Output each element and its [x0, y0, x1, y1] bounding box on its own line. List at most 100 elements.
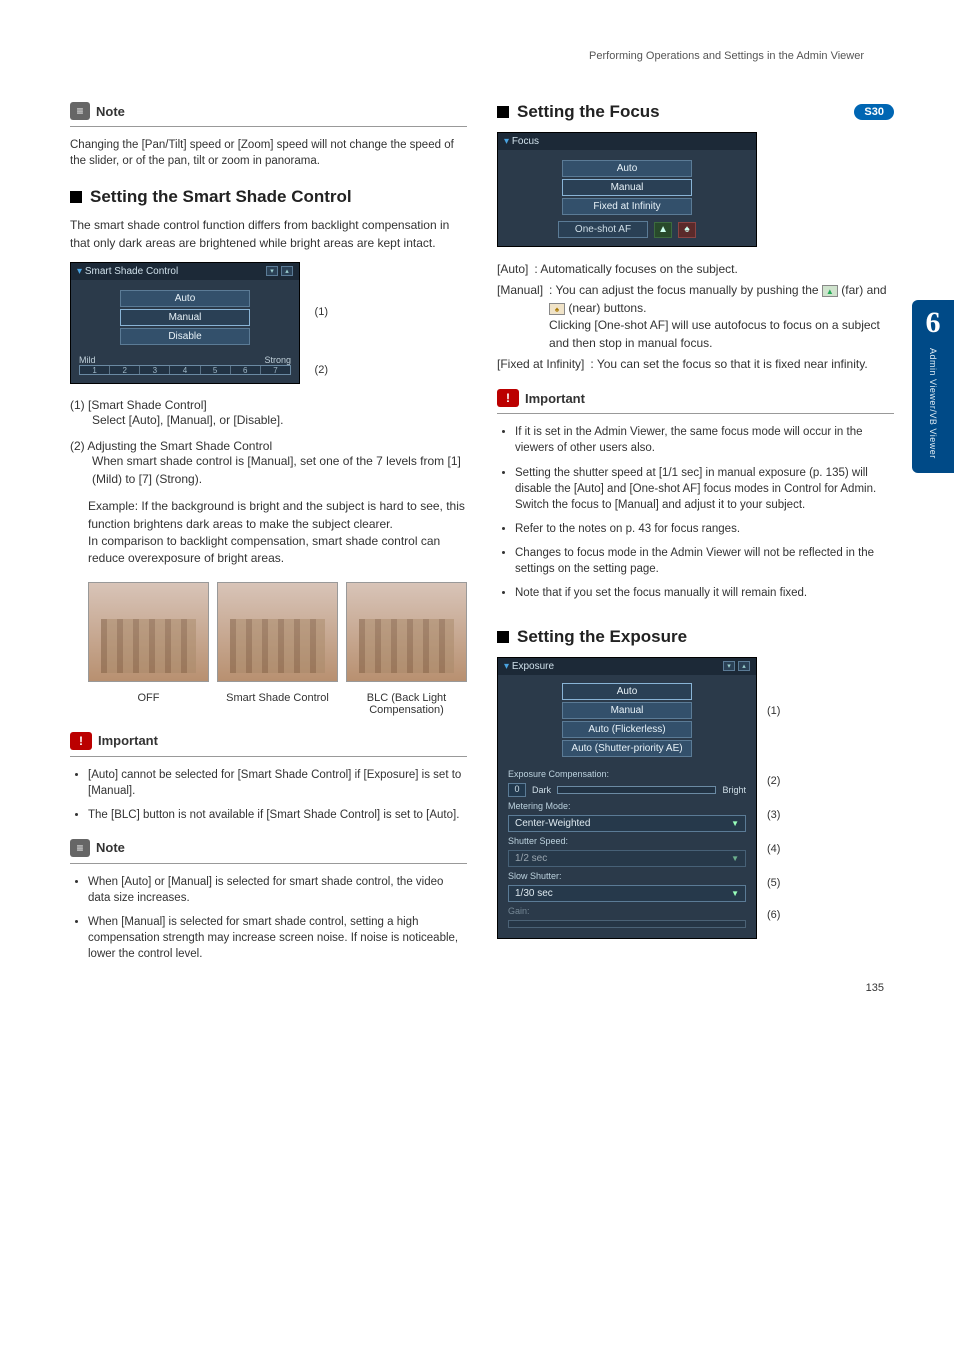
tick-2: 2 [110, 366, 140, 374]
chevron-down-icon[interactable]: ▾ [723, 661, 735, 671]
caption-off: OFF [88, 692, 209, 716]
tick-4: 4 [170, 366, 200, 374]
triangle-icon: ▾ [504, 136, 509, 147]
list-item: Setting the shutter speed at [1/1 sec] i… [515, 465, 894, 513]
item-2: (2) Adjusting the Smart Shade Control Wh… [70, 439, 467, 488]
slider-row: Mild Strong [79, 355, 291, 365]
def-term: [Auto] [497, 261, 528, 278]
far-icon[interactable]: ▲ [654, 222, 672, 238]
panel-body: Auto Manual Fixed at Infinity One-shot A… [498, 150, 756, 246]
important-label: Important [98, 733, 158, 748]
near-icon[interactable]: ♠ [678, 222, 696, 238]
shutter-dropdown[interactable]: 1/2 sec ▼ [508, 850, 746, 867]
important-heading: Important [70, 732, 467, 750]
chevron-up-icon[interactable]: ▴ [281, 266, 293, 276]
tick-1: 1 [80, 366, 110, 374]
smart-shade-panel-wrap: ▾ Smart Shade Control ▾▴ Auto Manual Dis… [70, 262, 300, 384]
photo-row [88, 582, 467, 682]
photo-blc [346, 582, 467, 682]
item1-body: Select [Auto], [Manual], or [Disable]. [92, 412, 467, 429]
panel-body: Auto Manual Auto (Flickerless) Auto (Shu… [498, 675, 756, 938]
caption-blc: BLC (Back Light Compensation) [346, 692, 467, 716]
header-path: Performing Operations and Settings in th… [70, 50, 894, 62]
photo-block: OFF Smart Shade Control BLC (Back Light … [88, 582, 467, 716]
bright-label: Bright [722, 785, 746, 795]
note-label: Note [96, 840, 125, 855]
def-body: : You can set the focus so that it is fi… [590, 356, 894, 373]
chevron-down-icon: ▼ [731, 819, 739, 828]
option-manual[interactable]: Manual [120, 309, 250, 326]
near-inline-icon: ♠ [549, 303, 565, 315]
exp-shutter-priority[interactable]: Auto (Shutter-priority AE) [562, 740, 692, 757]
metering-value: Center-Weighted [515, 818, 590, 829]
photo-captions: OFF Smart Shade Control BLC (Back Light … [88, 688, 467, 716]
item2-body: When smart shade control is [Manual], se… [92, 453, 467, 488]
exp-annot-1: (1) [767, 705, 780, 717]
exp-flickerless[interactable]: Auto (Flickerless) [562, 721, 692, 738]
def-term: [Fixed at Infinity] [497, 356, 584, 373]
exp-auto[interactable]: Auto [562, 683, 692, 700]
panel-top-buttons: ▾▴ [723, 661, 750, 671]
slider-ticks: 1 2 3 4 5 6 7 [80, 366, 290, 374]
metering-dropdown[interactable]: Center-Weighted ▼ [508, 815, 746, 832]
chevron-down-icon: ▼ [731, 854, 739, 863]
list-item: Changes to focus mode in the Admin Viewe… [515, 545, 894, 577]
exp-comp-value: 0 [508, 783, 526, 797]
list-item: When [Auto] or [Manual] is selected for … [88, 874, 467, 906]
left-column: Note Changing the [Pan/Tilt] speed or [Z… [70, 102, 467, 970]
smart-shade-intro: The smart shade control function differs… [70, 217, 467, 252]
note-label: Note [96, 104, 125, 119]
chapter-tab: 6 Admin Viewer/VB Viewer [912, 300, 954, 473]
section-title-smart-shade: Setting the Smart Shade Control [70, 187, 467, 207]
exp-manual[interactable]: Manual [562, 702, 692, 719]
gain-slider[interactable] [508, 920, 746, 928]
panel-title: Exposure [512, 661, 554, 672]
item-1: (1) [Smart Shade Control] Select [Auto],… [70, 398, 467, 429]
example-text: Example: If the background is bright and… [88, 498, 467, 568]
bullet-square-icon [497, 631, 509, 643]
chevron-down-icon: ▼ [731, 889, 739, 898]
panel-title: Smart Shade Control [85, 266, 178, 277]
triangle-icon: ▾ [77, 266, 82, 277]
panel-titlebar: ▾ Focus [498, 133, 756, 150]
caption-ssc: Smart Shade Control [217, 692, 338, 716]
focus-manual[interactable]: Manual [562, 179, 692, 196]
manual-text-1: : You can adjust the focus manually by p… [549, 283, 822, 297]
slow-shutter-label: Slow Shutter: [508, 871, 746, 881]
content-columns: Note Changing the [Pan/Tilt] speed or [Z… [70, 102, 894, 970]
item2-label: (2) Adjusting the Smart Shade Control [70, 439, 467, 453]
exposure-panel: ▾ Exposure ▾▴ Auto Manual Auto (Flickerl… [497, 657, 757, 939]
bullet-square-icon [497, 106, 509, 118]
panel-top-buttons: ▾▴ [266, 266, 293, 276]
section-title-text: Setting the Focus [517, 102, 660, 122]
bullet-square-icon [70, 191, 82, 203]
section-title-exposure: Setting the Exposure [497, 627, 894, 647]
focus-definitions: [Auto] : Automatically focuses on the su… [497, 261, 894, 373]
divider [70, 126, 467, 127]
shutter-value: 1/2 sec [515, 853, 547, 864]
smart-shade-panel: ▾ Smart Shade Control ▾▴ Auto Manual Dis… [70, 262, 300, 384]
one-shot-af-button[interactable]: One-shot AF [558, 221, 648, 238]
option-auto[interactable]: Auto [120, 290, 250, 307]
section-title-focus: Setting the Focus S30 [497, 102, 894, 122]
near-label: (near) buttons. [568, 301, 646, 315]
note-icon [70, 839, 90, 857]
important-list: [Auto] cannot be selected for [Smart Sha… [70, 767, 467, 823]
chevron-down-icon[interactable]: ▾ [266, 266, 278, 276]
focus-auto[interactable]: Auto [562, 160, 692, 177]
item1-label: (1) [Smart Shade Control] [70, 398, 467, 412]
def-auto: [Auto] : Automatically focuses on the su… [497, 261, 894, 278]
option-disable[interactable]: Disable [120, 328, 250, 345]
panel-titlebar: ▾ Smart Shade Control ▾▴ [71, 263, 299, 280]
model-badge: S30 [854, 104, 894, 120]
level-slider[interactable]: 1 2 3 4 5 6 7 [79, 365, 291, 375]
list-item: Note that if you set the focus manually … [515, 585, 894, 601]
dark-label: Dark [532, 785, 551, 795]
exp-comp-slider[interactable] [557, 786, 716, 794]
important-heading-r: Important [497, 389, 894, 407]
focus-infinity[interactable]: Fixed at Infinity [562, 198, 692, 215]
slow-shutter-dropdown[interactable]: 1/30 sec▼ [508, 885, 746, 902]
exp-annot-5: (5) [767, 877, 780, 889]
divider [497, 413, 894, 414]
chevron-up-icon[interactable]: ▴ [738, 661, 750, 671]
